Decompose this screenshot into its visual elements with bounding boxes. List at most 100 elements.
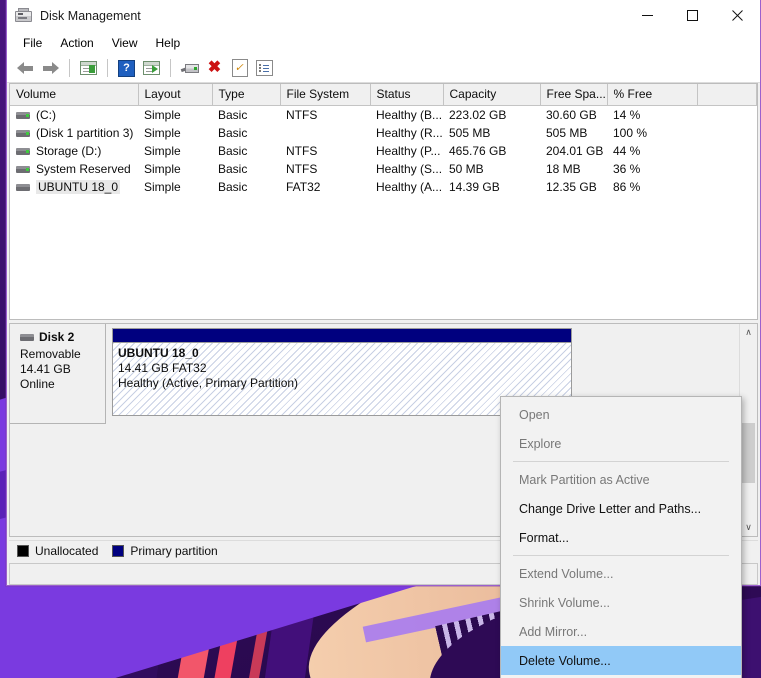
minimize-button[interactable] bbox=[625, 0, 670, 31]
cell-percent-free: 14 % bbox=[613, 108, 641, 122]
menu-item-delete-volume[interactable]: Delete Volume... bbox=[501, 646, 741, 675]
column-header-file-system[interactable]: File System bbox=[280, 84, 371, 106]
legend-swatch-unallocated bbox=[17, 545, 29, 557]
menu-item-format[interactable]: Format... bbox=[501, 523, 741, 552]
volume-name: (Disk 1 partition 3) bbox=[36, 126, 134, 141]
menu-item-open[interactable]: Open bbox=[501, 400, 741, 429]
column-header-capacity[interactable]: Capacity bbox=[443, 84, 541, 106]
cell-type: Basic bbox=[218, 162, 248, 176]
scrollbar-thumb[interactable] bbox=[741, 423, 755, 483]
rescan-disks-icon[interactable] bbox=[178, 57, 201, 79]
volume-name: (C:) bbox=[36, 108, 56, 123]
cell-layout: Simple bbox=[144, 126, 181, 140]
column-header-percent-free[interactable]: % Free bbox=[607, 84, 698, 106]
hard-disk-icon bbox=[16, 165, 30, 173]
cell-file-system bbox=[280, 124, 370, 142]
disk-info-panel[interactable]: Disk 2 Removable 14.41 GB Online bbox=[10, 324, 106, 424]
volume-name: Storage (D:) bbox=[36, 144, 102, 159]
cell-file-system: NTFS bbox=[286, 108, 318, 122]
column-header-blank[interactable] bbox=[697, 84, 757, 106]
toolbar-separator bbox=[170, 59, 171, 77]
menu-separator bbox=[513, 461, 729, 462]
menu-item-extend-volume[interactable]: Extend Volume... bbox=[501, 559, 741, 588]
cell-percent-free: 44 % bbox=[613, 144, 641, 158]
volume-list[interactable]: Volume Layout Type File System Status Ca… bbox=[9, 83, 758, 320]
cell-blank bbox=[697, 178, 757, 196]
column-header-layout[interactable]: Layout bbox=[138, 84, 213, 106]
menu-item-change-drive-letter-and-paths[interactable]: Change Drive Letter and Paths... bbox=[501, 494, 741, 523]
cell-free-space: 204.01 GB bbox=[546, 144, 604, 158]
table-row[interactable]: UBUNTU 18_0 Simple Basic FAT32 Healthy (… bbox=[10, 178, 757, 196]
disk-name: Disk 2 bbox=[39, 330, 75, 344]
column-header-free-space[interactable]: Free Spa... bbox=[540, 84, 608, 106]
hard-disk-icon bbox=[16, 147, 30, 155]
maximize-button[interactable] bbox=[670, 0, 715, 31]
cell-capacity: 223.02 GB bbox=[449, 108, 507, 122]
partition-size-fs: 14.41 GB FAT32 bbox=[118, 361, 207, 375]
column-header-type[interactable]: Type bbox=[212, 84, 281, 106]
cell-status: Healthy (R... bbox=[376, 126, 443, 140]
cell-status: Healthy (A... bbox=[376, 180, 443, 194]
forward-icon[interactable] bbox=[39, 57, 62, 79]
delete-glyph: ✖ bbox=[207, 59, 222, 76]
scroll-up-icon[interactable]: ∧ bbox=[740, 324, 757, 341]
column-header-status[interactable]: Status bbox=[370, 84, 444, 106]
toolbar-separator bbox=[107, 59, 108, 77]
cell-free-space: 505 MB bbox=[546, 126, 588, 140]
hard-disk-icon bbox=[16, 111, 30, 119]
toolbar: ? ✖ ✓ bbox=[7, 54, 760, 83]
partition-label: UBUNTU 18_0 bbox=[118, 346, 199, 360]
close-button[interactable] bbox=[715, 0, 760, 31]
cell-layout: Simple bbox=[144, 180, 181, 194]
legend-swatch-primary-partition bbox=[112, 545, 125, 557]
cell-layout: Simple bbox=[144, 162, 181, 176]
menu-item-explore[interactable]: Explore bbox=[501, 429, 741, 458]
scroll-down-icon[interactable]: ∨ bbox=[740, 519, 757, 536]
back-icon[interactable] bbox=[14, 57, 37, 79]
scrollbar-track[interactable] bbox=[740, 341, 757, 519]
cell-type: Basic bbox=[218, 144, 248, 158]
table-row[interactable]: Storage (D:) Simple Basic NTFS Healthy (… bbox=[10, 142, 757, 160]
cell-percent-free: 36 % bbox=[613, 162, 641, 176]
cell-status: Healthy (P... bbox=[376, 144, 441, 158]
legend-label-unallocated: Unallocated bbox=[35, 544, 99, 558]
properties-icon[interactable]: ✓ bbox=[228, 57, 251, 79]
table-row[interactable]: (Disk 1 partition 3) Simple Basic Health… bbox=[10, 124, 757, 142]
column-header-volume[interactable]: Volume bbox=[10, 84, 139, 106]
cell-file-system: NTFS bbox=[286, 162, 318, 176]
menu-action[interactable]: Action bbox=[51, 34, 102, 52]
help-icon[interactable]: ? bbox=[115, 57, 138, 79]
partition-color-bar bbox=[113, 329, 571, 343]
cell-type: Basic bbox=[218, 108, 248, 122]
menu-item-add-mirror[interactable]: Add Mirror... bbox=[501, 617, 741, 646]
disk-size: 14.41 GB bbox=[20, 362, 71, 376]
volume-table: Volume Layout Type File System Status Ca… bbox=[10, 84, 757, 196]
cell-capacity: 14.39 GB bbox=[449, 180, 500, 194]
cell-capacity: 465.76 GB bbox=[449, 144, 507, 158]
cell-free-space: 30.60 GB bbox=[546, 108, 597, 122]
disk-media-type: Removable bbox=[20, 347, 81, 361]
show-hide-console-tree-icon[interactable] bbox=[77, 57, 100, 79]
help-glyph: ? bbox=[118, 59, 135, 77]
table-row[interactable]: System Reserved Simple Basic NTFS Health… bbox=[10, 160, 757, 178]
legend-label-primary-partition: Primary partition bbox=[130, 544, 218, 558]
context-menu: Open Explore Mark Partition as Active Ch… bbox=[500, 396, 742, 678]
partition-status: Healthy (Active, Primary Partition) bbox=[118, 376, 299, 390]
cell-type: Basic bbox=[218, 180, 248, 194]
volume-name: System Reserved bbox=[36, 162, 131, 177]
window-controls bbox=[625, 0, 760, 31]
menu-item-mark-partition-as-active[interactable]: Mark Partition as Active bbox=[501, 465, 741, 494]
cell-layout: Simple bbox=[144, 144, 181, 158]
delete-icon[interactable]: ✖ bbox=[203, 57, 226, 79]
menu-help[interactable]: Help bbox=[147, 34, 190, 52]
volume-table-header-row: Volume Layout Type File System Status Ca… bbox=[10, 84, 757, 106]
menu-item-shrink-volume[interactable]: Shrink Volume... bbox=[501, 588, 741, 617]
table-row[interactable]: (C:) Simple Basic NTFS Healthy (B... 223… bbox=[10, 106, 757, 125]
disk-status: Online bbox=[20, 377, 55, 391]
disk-management-icon bbox=[15, 7, 33, 24]
list-view-icon[interactable] bbox=[253, 57, 276, 79]
legend-item-unallocated: Unallocated bbox=[17, 544, 98, 558]
show-hide-action-pane-icon[interactable] bbox=[140, 57, 163, 79]
menu-view[interactable]: View bbox=[103, 34, 147, 52]
menu-file[interactable]: File bbox=[14, 34, 51, 52]
